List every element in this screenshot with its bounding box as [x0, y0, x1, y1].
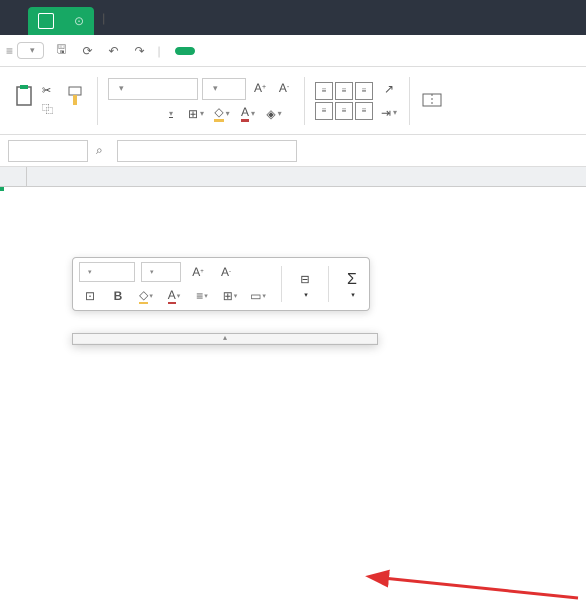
paste-icon	[12, 84, 36, 108]
chevron-down-icon: ▾	[351, 291, 355, 299]
chevron-down-icon: ▾	[150, 268, 154, 276]
fx-group: ⌕	[96, 143, 109, 158]
tab-insert[interactable]	[207, 47, 215, 55]
save-icon[interactable]: 🖫	[52, 41, 72, 61]
mini-decrease-font[interactable]: A-	[215, 262, 237, 282]
tab-menu-icon[interactable]: ⊙	[74, 14, 84, 28]
merge-icon: ⊟	[294, 270, 316, 290]
fill-color-button[interactable]: ◇	[212, 104, 232, 124]
underline-button[interactable]	[160, 104, 180, 124]
tab-data[interactable]	[267, 47, 275, 55]
mini-fill-color-button[interactable]: ◇	[135, 286, 157, 306]
alignment-grid[interactable]: ≡≡≡ ≡≡≡	[315, 82, 373, 120]
mini-align-button[interactable]: ≡	[191, 286, 213, 306]
alignment-group: ≡≡≡ ≡≡≡ ↗ ⇥	[309, 79, 405, 123]
mini-toolbar: ▾ ▾ A+ A- ⊡ B ◇ A ≡ ⊞ ▭ ⊟ ▾ Σ ▾	[72, 257, 370, 311]
qat: 🖫 ⟳ ↶ ↷	[52, 41, 150, 61]
redo-icon[interactable]: ↷	[130, 41, 150, 61]
font-color-button[interactable]: A	[238, 104, 258, 124]
border-button[interactable]: ⊞	[186, 104, 206, 124]
align-bottom-right[interactable]: ≡	[355, 102, 373, 120]
mini-increase-font[interactable]: A+	[187, 262, 209, 282]
divider	[281, 266, 282, 302]
mini-autosum-button[interactable]: Σ ▾	[341, 270, 363, 299]
tab-home[interactable]	[175, 47, 195, 55]
divider	[304, 77, 305, 125]
decrease-font-button[interactable]: A-	[274, 78, 294, 98]
tab-review[interactable]	[287, 47, 295, 55]
divider	[97, 77, 98, 125]
search-icon[interactable]: ⌕	[96, 143, 103, 158]
column-headers	[0, 167, 586, 187]
mini-bold-button[interactable]: B	[107, 286, 129, 306]
align-top-right[interactable]: ≡	[355, 82, 373, 100]
tab-view[interactable]	[307, 47, 315, 55]
chevron-down-icon: ▾	[304, 291, 308, 299]
font-name-select[interactable]: ▾	[108, 78, 198, 100]
spreadsheet-grid	[0, 167, 586, 187]
merge-button[interactable]	[420, 88, 444, 114]
formula-input[interactable]	[117, 140, 297, 162]
name-box[interactable]	[8, 140, 88, 162]
cell-style-button[interactable]: ◈	[264, 104, 284, 124]
ribbon: ✂ ⿻ ▾ ▾ A+ A- ⊞ ◇ A ◈	[0, 67, 586, 135]
align-bottom-center[interactable]: ≡	[335, 102, 353, 120]
mini-font-size-select[interactable]: ▾	[141, 262, 181, 282]
annotation-arrow	[378, 543, 586, 606]
mini-font-color-button[interactable]: A	[163, 286, 185, 306]
title-bar: ⊙ |	[0, 0, 586, 35]
mini-font-name-select[interactable]: ▾	[79, 262, 135, 282]
refresh-icon[interactable]: ⟳	[78, 41, 98, 61]
tab-page-layout[interactable]	[227, 47, 235, 55]
bold-button[interactable]	[108, 104, 128, 124]
chevron-down-icon: ▾	[30, 45, 35, 56]
divider	[328, 266, 329, 302]
font-size-select[interactable]: ▾	[202, 78, 246, 100]
orientation-button[interactable]: ↗	[379, 79, 399, 99]
mini-border-button[interactable]: ⊞	[219, 286, 241, 306]
mini-style-button[interactable]: ▭	[247, 286, 269, 306]
merge-group	[414, 88, 450, 114]
chevron-down-icon: ▾	[213, 83, 218, 94]
divider: |	[158, 44, 161, 58]
tab-divider: |	[102, 11, 105, 25]
file-menu[interactable]: ▾	[17, 42, 44, 59]
mini-format-icon[interactable]: ⊡	[79, 286, 101, 306]
paste-button[interactable]	[12, 84, 36, 110]
sigma-icon: Σ	[341, 270, 363, 290]
ribbon-tabs	[175, 47, 335, 55]
context-menu: ▴	[72, 333, 378, 345]
copy-icon: ⿻	[42, 101, 53, 117]
format-painter-button[interactable]	[63, 84, 87, 110]
brush-icon	[63, 84, 87, 108]
divider	[409, 77, 410, 125]
align-bottom-left[interactable]: ≡	[315, 102, 333, 120]
merge-icon	[420, 88, 444, 112]
tab-formula[interactable]	[247, 47, 255, 55]
wrap-text-button[interactable]: ⇥	[379, 103, 399, 123]
mini-merge-button[interactable]: ⊟ ▾	[294, 270, 316, 299]
select-all-corner[interactable]	[0, 167, 27, 186]
align-top-center[interactable]: ≡	[335, 82, 353, 100]
copy-button[interactable]: ⿻	[42, 101, 57, 117]
spreadsheet-icon	[38, 13, 54, 29]
italic-button[interactable]	[134, 104, 154, 124]
chevron-down-icon: ▾	[88, 268, 92, 276]
scissors-icon: ✂	[42, 84, 51, 97]
menu-bar: ≡ ▾ 🖫 ⟳ ↶ ↷ |	[0, 35, 586, 67]
tab-extra[interactable]	[327, 47, 335, 55]
increase-font-button[interactable]: A+	[250, 78, 270, 98]
align-top-left[interactable]: ≡	[315, 82, 333, 100]
context-menu-scroll-up[interactable]: ▴	[73, 334, 377, 344]
selection-outline	[0, 187, 4, 191]
font-group: ▾ ▾ A+ A- ⊞ ◇ A ◈	[102, 78, 300, 124]
app-menu-icon[interactable]: ≡	[6, 44, 13, 58]
workbook-tab[interactable]: ⊙	[28, 7, 94, 35]
formula-bar: ⌕	[0, 135, 586, 167]
chevron-down-icon: ▾	[119, 83, 124, 94]
undo-icon[interactable]: ↶	[104, 41, 124, 61]
cut-button[interactable]: ✂	[42, 84, 57, 97]
clipboard-group: ✂ ⿻	[6, 84, 93, 117]
